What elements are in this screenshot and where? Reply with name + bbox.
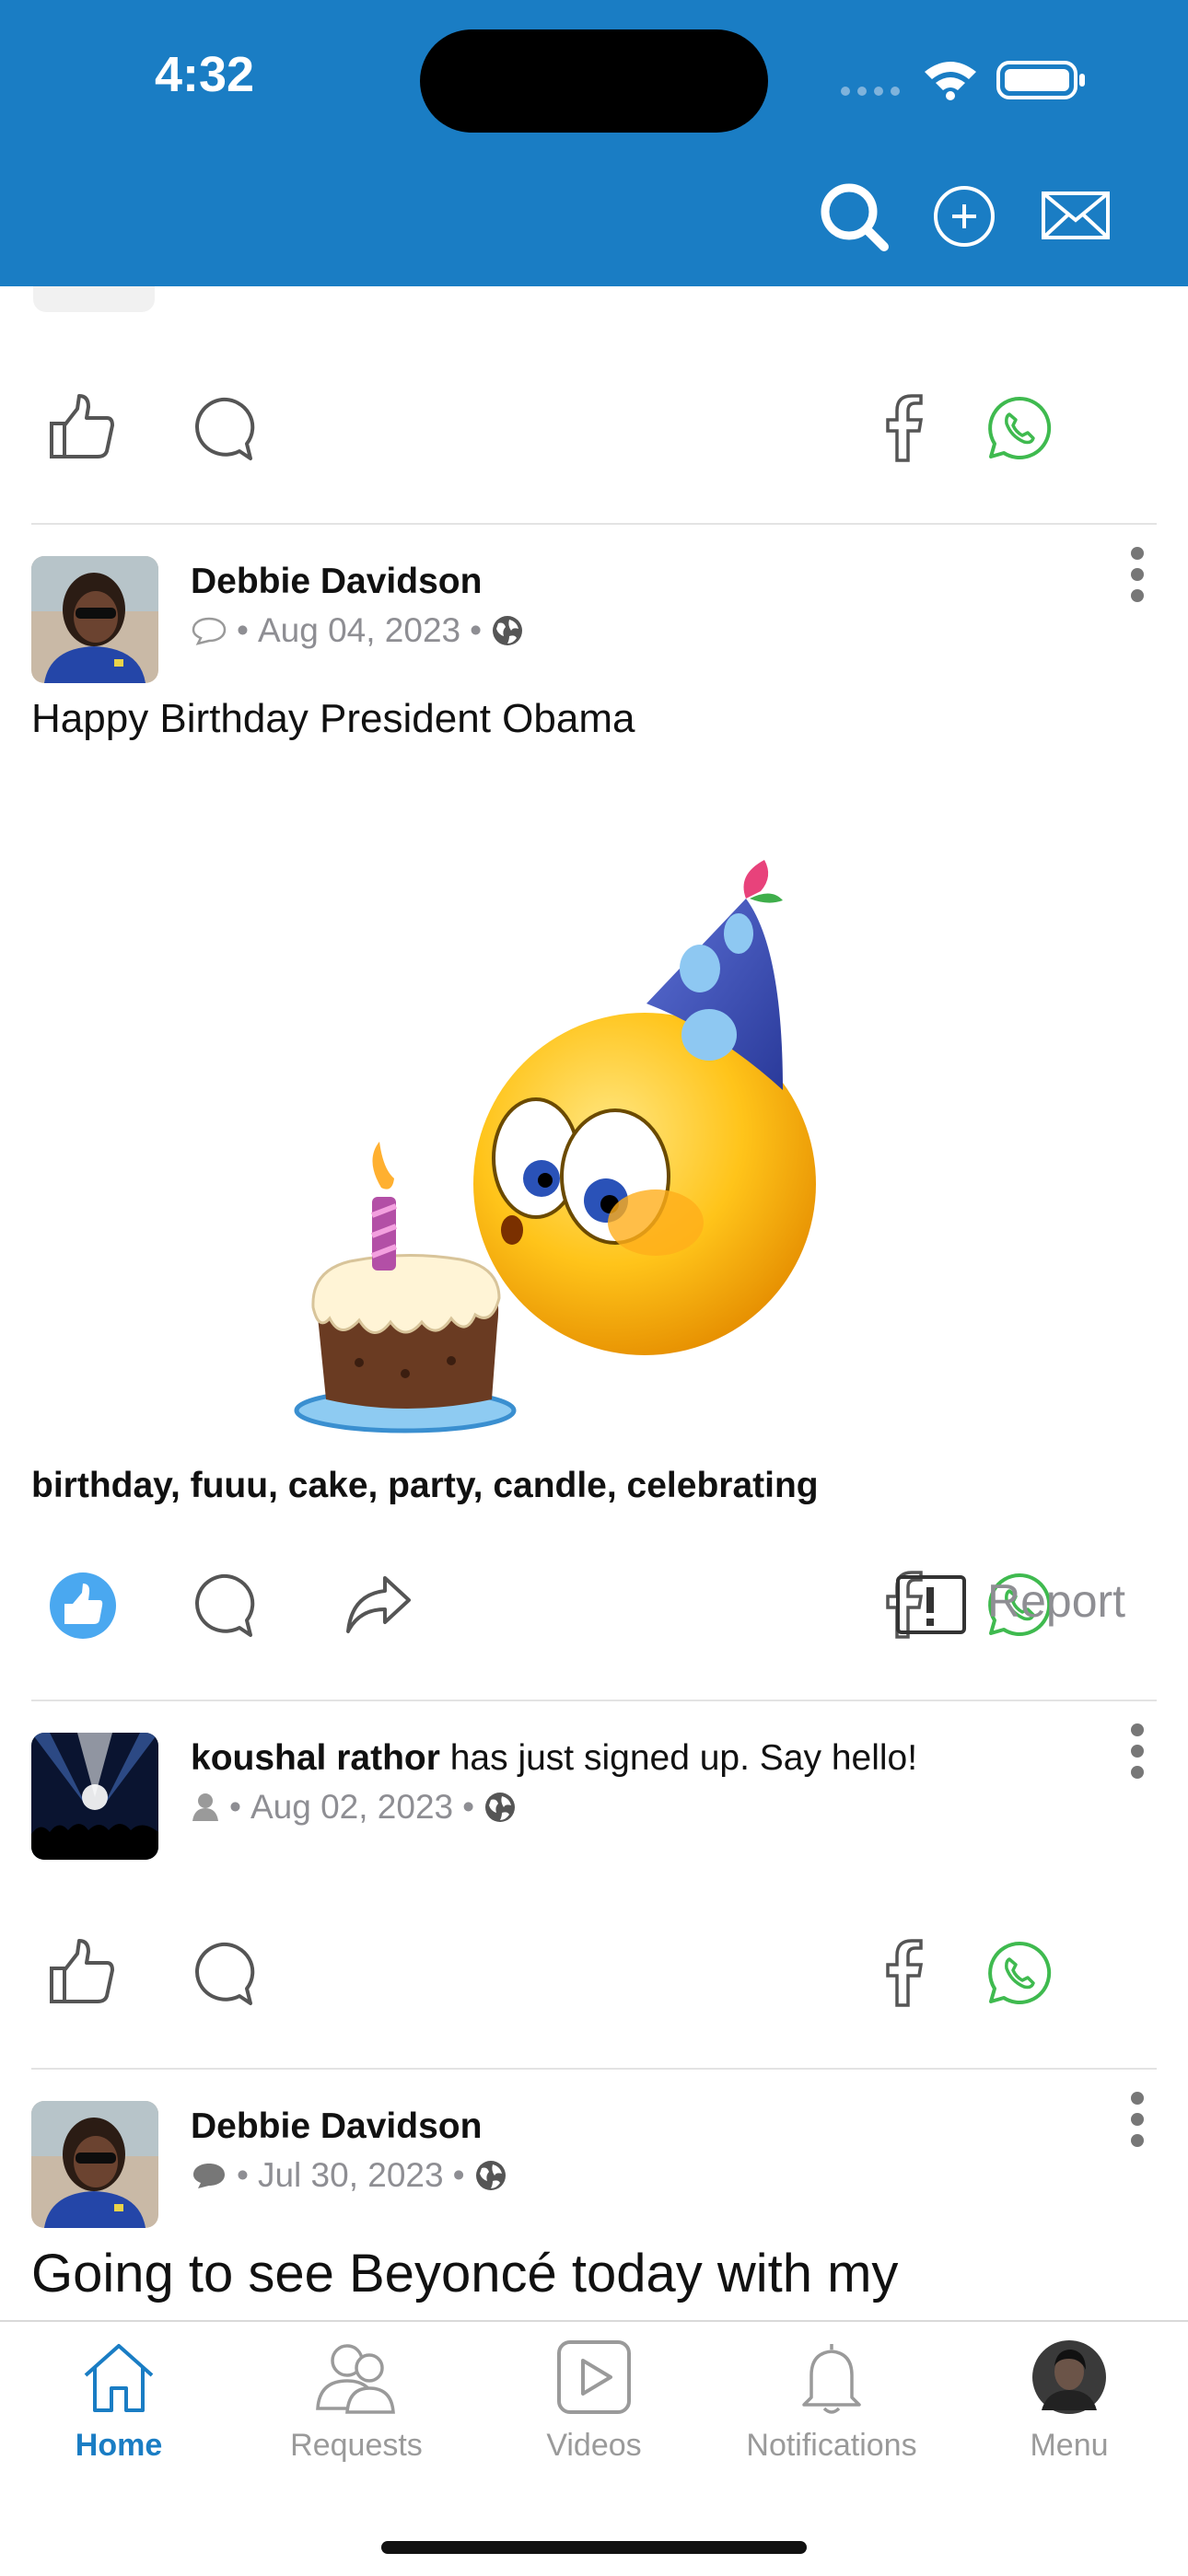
post-author[interactable]: koushal rathor	[191, 1738, 440, 1778]
comment-bubble-icon	[192, 617, 227, 645]
bell-icon	[802, 2344, 861, 2414]
post-tags: birthday, fuuu, cake, party, candle, cel…	[31, 1466, 819, 1505]
home-indicator	[381, 2541, 807, 2554]
meta-separator: •	[462, 1788, 475, 1826]
more-options-icon[interactable]	[1131, 2092, 1146, 2155]
avatar[interactable]	[31, 2101, 158, 2228]
like-icon[interactable]	[46, 1935, 118, 2007]
meta-separator: •	[470, 611, 483, 649]
tab-label: Menu	[1030, 2428, 1109, 2463]
post-text: Going to see Beyoncé today with my	[31, 2244, 899, 2303]
like-icon-active[interactable]	[48, 1571, 118, 1641]
post-action-text: has just signed up. Say hello!	[449, 1738, 918, 1778]
tab-label: Requests	[290, 2428, 423, 2463]
add-icon[interactable]	[932, 184, 996, 249]
previous-post-avatar	[33, 286, 155, 312]
tab-home[interactable]: Home	[0, 2338, 238, 2464]
post-divider	[31, 1700, 1157, 1701]
tab-label: Home	[75, 2428, 163, 2463]
post-author[interactable]: Debbie Davidson	[191, 2106, 482, 2147]
more-options-icon[interactable]	[1131, 547, 1146, 610]
comment-bubble-icon	[193, 2164, 225, 2188]
search-icon[interactable]	[818, 180, 891, 254]
post-date: Jul 30, 2023	[257, 2156, 444, 2194]
globe-icon	[475, 2161, 506, 2190]
more-options-icon[interactable]	[1131, 1723, 1146, 1787]
user-icon	[192, 1793, 218, 1821]
avatar[interactable]	[31, 556, 158, 683]
facebook-share-icon[interactable]	[882, 394, 923, 462]
post-date: Aug 02, 2023	[250, 1788, 454, 1826]
avatar[interactable]	[31, 1733, 158, 1860]
report-label[interactable]: Report	[987, 1574, 1125, 1628]
messages-icon[interactable]	[1041, 191, 1111, 240]
whatsapp-share-icon[interactable]	[985, 1939, 1054, 2007]
post-author[interactable]: Debbie Davidson	[191, 562, 482, 602]
profile-avatar	[1032, 2340, 1106, 2414]
cellular-signal-icon	[841, 87, 900, 96]
comment-icon[interactable]	[188, 1939, 256, 2007]
post-meta: • Aug 02, 2023 •	[191, 1788, 517, 1827]
dynamic-island	[420, 29, 768, 133]
tab-notifications[interactable]: Notifications	[713, 2338, 950, 2464]
post-meta: • Jul 30, 2023 •	[191, 2156, 507, 2195]
report-flag-icon[interactable]	[895, 1574, 967, 1635]
tab-label: Notifications	[746, 2428, 917, 2463]
tab-label: Videos	[546, 2428, 642, 2463]
battery-icon	[996, 61, 1085, 99]
tab-requests[interactable]: Requests	[238, 2338, 475, 2464]
meta-separator: •	[237, 2156, 249, 2194]
comment-icon[interactable]	[188, 394, 256, 462]
post-text: Happy Birthday President Obama	[31, 696, 635, 741]
home-icon	[84, 2344, 154, 2412]
like-icon[interactable]	[46, 390, 118, 462]
tab-menu[interactable]: Menu	[950, 2338, 1188, 2464]
share-icon[interactable]	[344, 1572, 413, 1637]
tab-videos[interactable]: Videos	[475, 2338, 713, 2464]
meta-separator: •	[452, 2156, 465, 2194]
meta-separator: •	[229, 1788, 241, 1826]
post-date: Aug 04, 2023	[257, 611, 461, 649]
post-divider	[31, 2068, 1157, 2070]
globe-icon	[493, 616, 523, 645]
whatsapp-share-icon[interactable]	[985, 394, 1054, 462]
facebook-share-icon[interactable]	[882, 1939, 923, 2007]
post-meta: • Aug 04, 2023 •	[191, 611, 524, 650]
wifi-icon	[925, 62, 976, 100]
post-divider	[31, 523, 1157, 525]
requests-icon	[316, 2344, 395, 2414]
globe-icon	[485, 1793, 516, 1822]
birthday-emoji-image[interactable]	[285, 810, 921, 1445]
status-time: 4:32	[155, 47, 255, 102]
videos-icon	[557, 2340, 631, 2414]
meta-separator: •	[237, 611, 249, 649]
post-author-line: koushal rathor has just signed up. Say h…	[191, 1738, 917, 1779]
comment-icon[interactable]	[188, 1571, 256, 1639]
